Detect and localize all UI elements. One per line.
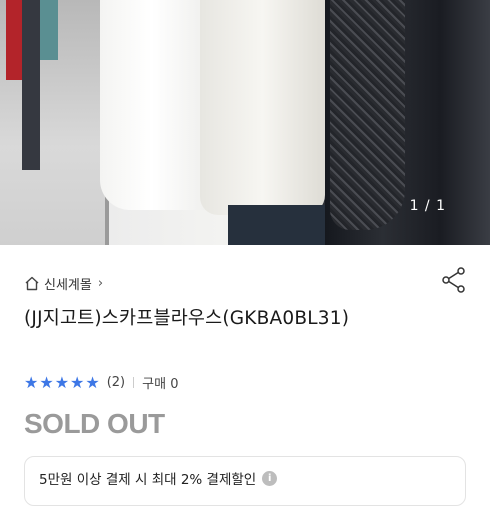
product-title: (JJ지고트)스카프블라우스(GKBA0BL31) xyxy=(24,308,350,329)
chevron-right-icon: › xyxy=(97,276,104,291)
star-icon: ★ xyxy=(24,372,39,392)
review-count[interactable]: (2) xyxy=(107,375,125,390)
purchase-count: 구매 0 xyxy=(142,377,179,392)
image-jacket xyxy=(330,0,405,230)
star-icon: ★ xyxy=(54,372,70,392)
breadcrumb-label[interactable]: 신세계몰 xyxy=(44,274,92,293)
share-icon[interactable] xyxy=(440,266,468,294)
promo-text: 5만원 이상 결제 시 최대 2% 결제할인 xyxy=(39,472,257,488)
home-icon xyxy=(25,276,39,291)
payment-discount-banner[interactable]: 5만원 이상 결제 시 최대 2% 결제할인 i xyxy=(24,456,466,506)
image-garment xyxy=(22,0,40,170)
star-rating: ★ ★ ★ ★ ★ xyxy=(24,372,101,392)
star-icon: ★ xyxy=(39,372,54,392)
rating-row[interactable]: ★ ★ ★ ★ ★ (2) 구매 0 xyxy=(24,373,178,392)
star-icon: ★ xyxy=(85,372,100,392)
breadcrumb[interactable]: 신세계몰 › xyxy=(24,274,103,293)
star-icon: ★ xyxy=(70,372,85,392)
info-icon[interactable]: i xyxy=(262,470,278,486)
divider xyxy=(133,377,135,388)
image-garment xyxy=(40,0,58,60)
product-image[interactable]: 1 / 1 xyxy=(0,0,490,245)
image-blouse xyxy=(200,0,325,215)
image-counter: 1 / 1 xyxy=(409,198,446,214)
image-garment xyxy=(228,205,328,245)
sold-out-label: SOLD OUT xyxy=(24,408,165,439)
